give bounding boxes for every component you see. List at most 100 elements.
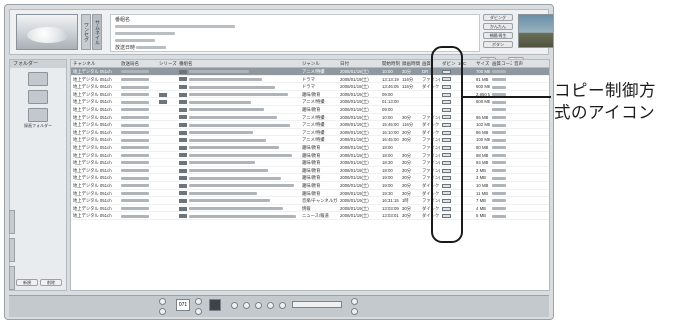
column-header[interactable]: 番組名 <box>177 60 300 67</box>
tab-thumbnail[interactable]: サムネイル <box>92 14 102 50</box>
column-header[interactable]: シリーズ <box>157 60 177 67</box>
table-row[interactable]: 地上デジタル 051ch ドラマ 2008/01/19(土) 13:13:19 116分… <box>71 76 549 84</box>
list-body: 地上デジタル 051ch アニメ/特撮 2008/01/19(土) 10:00 30分 D… <box>71 68 549 220</box>
pause-button[interactable] <box>255 302 262 309</box>
table-row[interactable]: 地上デジタル 051ch趣味/教育2008/01/19(土)18:00ファイン(… <box>71 144 549 152</box>
column-header[interactable]: チャンネル <box>71 60 119 67</box>
table-cell <box>157 76 177 83</box>
table-row[interactable]: 地上デジタル 051ch 趣味/教育 2008/01/19(土) 19:00 30分 ファ… <box>71 174 549 182</box>
program-icon <box>179 69 187 74</box>
option-radio[interactable] <box>351 308 358 315</box>
table-cell <box>490 159 512 166</box>
table-cell: 2 MB <box>476 167 487 173</box>
table-cell: 2008/01/19(土) <box>340 205 369 211</box>
option-radio[interactable] <box>351 298 358 305</box>
control-button[interactable] <box>159 308 166 315</box>
table-row[interactable]: 地上デジタル 051ch 趣味/教育 2008/01/19(土) 18:00 30分 ファ… <box>71 152 549 160</box>
column-header[interactable]: 開始時刻 <box>380 60 400 67</box>
table-cell <box>119 106 157 113</box>
table-cell <box>512 129 532 136</box>
side-tab[interactable] <box>9 266 15 290</box>
control-button[interactable] <box>195 298 202 305</box>
table-cell: 2008/01/19(土) <box>340 152 369 158</box>
control-button[interactable] <box>159 298 166 305</box>
play-button[interactable] <box>243 302 250 309</box>
table-row[interactable]: 地上デジタル 051ch 趣味/教育 2008/01/19(土) 09:00 <box>71 106 549 114</box>
table-cell: 30分 <box>402 137 412 143</box>
easy-button[interactable]: かんたん <box>483 23 513 30</box>
table-cell: 100 MB <box>476 137 490 143</box>
control-button[interactable] <box>195 308 202 315</box>
table-cell <box>490 197 512 204</box>
dubbing-button[interactable]: ダビング <box>483 14 513 21</box>
rewind-button[interactable] <box>231 302 238 309</box>
table-row[interactable]: 地上デジタル 051ch アニメ/特撮 2008/01/19(土) 01:13:00 6… <box>71 98 549 106</box>
column-header[interactable]: 日付 <box>338 60 380 67</box>
folder-icon[interactable] <box>28 72 48 86</box>
folder-icon[interactable] <box>28 90 48 104</box>
table-cell: 2008/01/19(土) <box>340 99 369 105</box>
table-row[interactable]: 地上デジタル 051ch 趣味/教育 2008/01/19(土) 18:30 30分 ファ… <box>71 159 549 167</box>
column-header[interactable]: ジャンル <box>300 60 338 67</box>
table-cell: 30分 <box>402 114 412 120</box>
side-tab[interactable] <box>9 238 15 262</box>
table-cell <box>177 159 300 166</box>
table-cell <box>157 159 177 166</box>
blurred-text <box>492 169 506 173</box>
list-header: チャンネル 放送局名 シリーズ 番組名 ジャンル 日付 開始時刻 録画時間 画質… <box>71 60 549 68</box>
play-button[interactable]: 視聴/再生 <box>483 32 513 39</box>
table-cell <box>177 190 300 197</box>
table-row[interactable]: 地上デジタル 051ch アニメ/特撮 2008/01/19(土) 15:45:00 1… <box>71 121 549 129</box>
table-cell: 30分 <box>402 190 412 196</box>
table-cell: 趣味/教育 <box>302 182 321 188</box>
column-header[interactable]: サイズ <box>474 60 490 67</box>
new-folder-button[interactable]: 新規 <box>16 279 38 286</box>
table-row[interactable]: 地上デジタル 051ch 趣味/教育 2008/01/19(土) 19:30 30分 ダイ… <box>71 190 549 198</box>
table-cell: 2008/01/19(土) <box>340 175 369 181</box>
table-cell: 2008/01/19(土) <box>340 122 369 128</box>
blurred-text <box>189 93 288 97</box>
table-cell: 30分 <box>402 129 412 135</box>
tab-oneseg[interactable]: ワンセグ <box>81 14 91 50</box>
folder-icon[interactable] <box>28 108 48 122</box>
table-cell <box>490 190 512 197</box>
table-cell <box>119 136 157 143</box>
table-row[interactable]: 地上デジタル 051ch 情報 2008/01/19(土) 13:03:09 30分 ダイ… <box>71 205 549 213</box>
option-button[interactable]: ボタン <box>483 41 513 48</box>
table-row[interactable]: 地上デジタル 051ch アニメ/特撮 2008/01/19(土) 10:00 30分 D… <box>71 68 549 76</box>
column-header[interactable]: 録画時間 <box>400 60 420 67</box>
program-icon <box>179 77 187 82</box>
blurred-text <box>492 146 506 150</box>
table-cell: 13:03:09 <box>382 205 399 211</box>
table-row[interactable]: 地上デジタル 051ch 趣味/教育 2008/01/19(土) 19:00 30分 ダイ… <box>71 182 549 190</box>
table-cell <box>157 98 177 105</box>
blurred-text <box>189 153 292 157</box>
blurred-text <box>492 77 506 81</box>
table-row[interactable]: 地上デジタル 061ch ドラマ 2008/01/19(土) 13:46:05 116分… <box>71 83 549 91</box>
table-cell: 98 MB <box>476 152 489 158</box>
table-row[interactable]: 地上デジタル 051ch ニュース/報道 2008/01/19(土) 13:03:01… <box>71 212 549 220</box>
column-header[interactable]: 画質コース <box>490 60 512 67</box>
column-header[interactable]: 放送局名 <box>119 60 157 67</box>
table-row[interactable]: 地上デジタル 051ch 趣味/教育 2008/01/19(土) 18:00 30分 ファ… <box>71 167 549 175</box>
table-cell: 2008/01/19(土) <box>340 144 369 150</box>
table-cell <box>157 174 177 181</box>
table-cell: 地上デジタル 051ch <box>73 167 112 173</box>
stop-button[interactable] <box>267 302 274 309</box>
time-bar[interactable] <box>292 301 342 308</box>
forward-button[interactable] <box>279 302 286 309</box>
column-header[interactable]: 音声 <box>512 60 532 67</box>
table-cell <box>400 91 420 98</box>
table-row[interactable]: 地上デジタル 051ch アニメ/特撮 2008/01/19(土) 16:45:00 3… <box>71 136 549 144</box>
table-row[interactable]: 地上デジタル 051ch アニメ/特撮 2008/01/19(土) 16:10:00 3… <box>71 129 549 137</box>
delete-folder-button[interactable]: 削除 <box>40 279 62 286</box>
channel-display: 071 <box>176 299 190 311</box>
series-tag <box>159 100 167 105</box>
blurred-text <box>189 176 281 180</box>
table-row[interactable]: 地上デジタル 051ch アニメ/特撮 2008/01/19(土) 10:00 30分フ… <box>71 114 549 122</box>
table-cell <box>512 167 532 174</box>
table-cell <box>512 76 532 83</box>
side-tab[interactable] <box>9 210 15 234</box>
blurred-text <box>189 100 251 104</box>
table-row[interactable]: 地上デジタル 051ch 音楽/チャンネルガイ 2008/01/19(土) 16:31… <box>71 197 549 205</box>
